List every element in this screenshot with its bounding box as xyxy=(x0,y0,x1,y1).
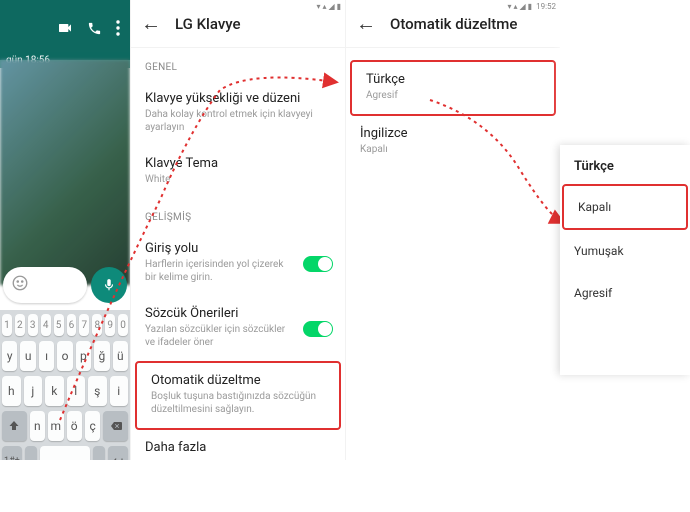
key-o[interactable]: o xyxy=(57,341,72,371)
item-subtitle: Agresif xyxy=(366,89,540,102)
item-english[interactable]: İngilizce Kapalı xyxy=(346,116,560,168)
status-bar: ▾ ▴ ◢ ▮ 19:52 xyxy=(508,2,556,11)
section-general: GENEL xyxy=(131,48,345,81)
key-2[interactable]: 2 xyxy=(15,314,25,336)
key-row-3: n m ö ç xyxy=(2,411,128,441)
item-title: Klavye Tema xyxy=(145,156,331,171)
item-title: Sözcük Önerileri xyxy=(145,306,331,321)
option-soft[interactable]: Yumuşak xyxy=(560,230,690,272)
key-row-1: y u ı o p ğ ü xyxy=(2,341,128,371)
item-title: Otomatik düzeltme xyxy=(151,373,325,388)
item-title: Daha fazla xyxy=(145,440,331,455)
item-subtitle: Boşluk tuşuna bastığınızda sözcüğün düze… xyxy=(151,390,325,416)
key-j[interactable]: j xyxy=(24,376,43,406)
lg-keyboard-settings: ▾ ▴ ◢ ▮ ← LG Klavye GENEL Klavye yüksekl… xyxy=(130,0,345,460)
key-u-uml[interactable]: ü xyxy=(113,341,128,371)
settings-header: ← LG Klavye xyxy=(131,0,345,48)
key-7[interactable]: 7 xyxy=(79,314,89,336)
item-turkish[interactable]: Türkçe Agresif xyxy=(350,60,556,116)
key-i-dotless[interactable]: ı xyxy=(39,341,54,371)
key-u[interactable]: u xyxy=(20,341,35,371)
key-g-breve[interactable]: ğ xyxy=(94,341,109,371)
status-bar: ▾ ▴ ◢ ▮ xyxy=(316,2,341,11)
toggle-on[interactable] xyxy=(303,321,333,337)
key-row-2: h j k l ş i xyxy=(2,376,128,406)
whatsapp-panel: gün 18:56 1 2 3 4 5 6 7 8 9 0 y u ı o xyxy=(0,0,130,460)
key-shift[interactable] xyxy=(2,411,27,441)
key-i[interactable]: i xyxy=(110,376,129,406)
key-n[interactable]: n xyxy=(30,411,45,441)
toggle-on[interactable] xyxy=(303,256,333,272)
option-aggressive[interactable]: Agresif xyxy=(560,272,690,314)
option-off[interactable]: Kapalı xyxy=(562,184,688,230)
key-c-cedilla[interactable]: ç xyxy=(85,411,100,441)
item-subtitle: Kapalı xyxy=(360,143,546,156)
item-title: İngilizce xyxy=(360,126,546,141)
mic-button[interactable] xyxy=(91,267,127,303)
item-subtitle: White xyxy=(145,173,331,186)
key-8[interactable]: 8 xyxy=(92,314,102,336)
item-input-path[interactable]: Giriş yolu Harflerin içerisinden yol çiz… xyxy=(131,231,345,296)
phone-icon[interactable] xyxy=(87,21,102,40)
key-o-uml[interactable]: ö xyxy=(67,411,82,441)
settings-title: Otomatik düzeltme xyxy=(390,15,517,33)
popup-title: Türkçe xyxy=(560,145,690,184)
item-subtitle: Daha kolay kontrol etmek için klavyeyi a… xyxy=(145,108,331,134)
message-input-row xyxy=(3,265,127,305)
key-comma[interactable]: , xyxy=(25,446,37,460)
item-keyboard-height[interactable]: Klavye yüksekliği ve düzeni Daha kolay k… xyxy=(131,81,345,146)
key-row-nums: 1 2 3 4 5 6 7 8 9 0 xyxy=(2,314,128,336)
key-k[interactable]: k xyxy=(45,376,64,406)
call-background xyxy=(0,60,130,285)
key-5[interactable]: 5 xyxy=(54,314,64,336)
back-icon[interactable]: ← xyxy=(356,11,376,36)
emoji-icon[interactable] xyxy=(11,274,29,296)
key-h[interactable]: h xyxy=(2,376,21,406)
key-s-cedilla[interactable]: ş xyxy=(88,376,107,406)
keyboard[interactable]: 1 2 3 4 5 6 7 8 9 0 y u ı o p ğ ü h j k … xyxy=(0,310,130,460)
item-more[interactable]: Daha fazla xyxy=(131,430,345,460)
key-l[interactable]: l xyxy=(67,376,86,406)
autocorrect-level-popup: Türkçe Kapalı Yumuşak Agresif xyxy=(560,145,690,375)
key-p[interactable]: p xyxy=(76,341,91,371)
settings-title: LG Klavye xyxy=(175,15,241,33)
message-input[interactable] xyxy=(3,267,87,303)
videocall-icon[interactable] xyxy=(57,20,73,40)
item-title: Klavye yüksekliği ve düzeni xyxy=(145,91,331,106)
key-9[interactable]: 9 xyxy=(105,314,115,336)
item-autocorrect[interactable]: Otomatik düzeltme Boşluk tuşuna bastığın… xyxy=(135,361,341,430)
key-space[interactable] xyxy=(40,446,90,460)
more-icon[interactable] xyxy=(116,20,120,40)
autocorrect-settings: ▾ ▴ ◢ ▮ 19:52 ← Otomatik düzeltme Türkçe… xyxy=(345,0,560,460)
key-enter[interactable] xyxy=(108,446,128,460)
item-title: Giriş yolu xyxy=(145,241,331,256)
key-y[interactable]: y xyxy=(2,341,17,371)
key-backspace[interactable] xyxy=(103,411,128,441)
item-word-suggestions[interactable]: Sözcük Önerileri Yazılan sözcükler için … xyxy=(131,296,345,361)
key-symbols[interactable]: 1#+ xyxy=(2,446,22,460)
item-title: Türkçe xyxy=(366,72,540,87)
back-icon[interactable]: ← xyxy=(141,11,161,36)
key-3[interactable]: 3 xyxy=(28,314,38,336)
whatsapp-header xyxy=(0,0,130,60)
key-0[interactable]: 0 xyxy=(118,314,128,336)
key-1[interactable]: 1 xyxy=(2,314,12,336)
key-6[interactable]: 6 xyxy=(67,314,77,336)
key-period[interactable]: . xyxy=(93,446,105,460)
key-row-4: 1#+ , . xyxy=(2,446,128,460)
key-m[interactable]: m xyxy=(48,411,63,441)
item-keyboard-theme[interactable]: Klavye Tema White xyxy=(131,146,345,198)
key-4[interactable]: 4 xyxy=(41,314,51,336)
section-advanced: GELİŞMİŞ xyxy=(131,198,345,231)
